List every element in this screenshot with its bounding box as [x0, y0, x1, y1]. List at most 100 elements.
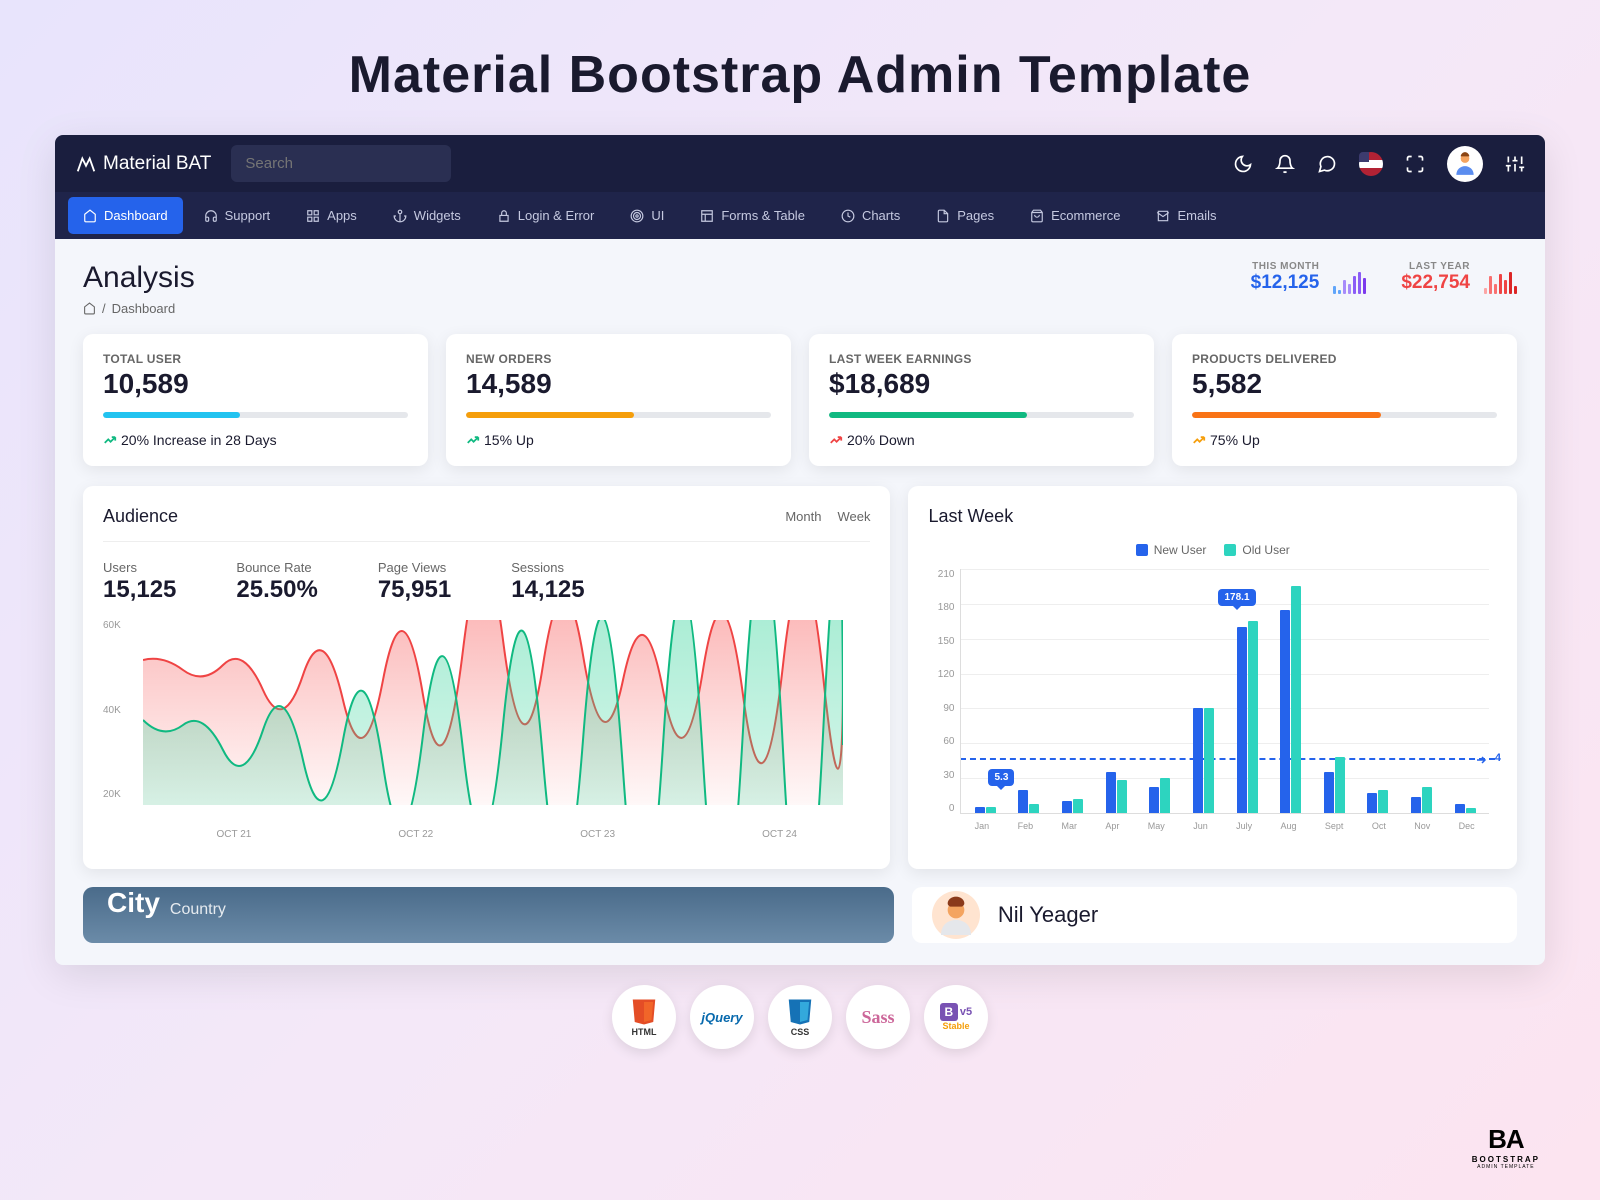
brand-logo[interactable]: Material BAT: [75, 153, 211, 175]
lastweek-legend: New User Old User: [928, 543, 1497, 557]
page-header: Analysis / Dashboard THIS MONTH $12,125: [83, 261, 1517, 316]
kpi-card-2: LAST WEEK EARNINGS$18,68920% Down: [809, 334, 1154, 466]
nav-tab-widgets[interactable]: Widgets: [378, 197, 476, 234]
nav-tab-apps[interactable]: Apps: [291, 197, 372, 234]
badge-jquery: jQuery: [690, 985, 754, 1049]
brand-text: Material BAT: [103, 153, 211, 175]
fullscreen-icon[interactable]: [1405, 154, 1425, 174]
nav-tab-ui[interactable]: UI: [615, 197, 679, 234]
toggle-week[interactable]: Week: [837, 509, 870, 524]
summary-month: THIS MONTH $12,125: [1251, 261, 1367, 294]
breadcrumb-current: Dashboard: [112, 301, 176, 316]
badge-css3: CSS: [768, 985, 832, 1049]
hero-title: Material Bootstrap Admin Template: [0, 0, 1600, 135]
anchor-icon: [393, 209, 407, 223]
kpi-card-0: TOTAL USER10,58920% Increase in 28 Days: [83, 334, 428, 466]
topbar: Material BAT: [55, 135, 1545, 192]
search-input[interactable]: [245, 155, 444, 172]
audience-title: Audience: [103, 506, 178, 527]
bar-group-Feb: [1018, 569, 1039, 813]
nav-tab-charts[interactable]: Charts: [826, 197, 915, 234]
footer-logo: BA BOOTSTRAP ADMIN TEMPLATE: [1472, 1124, 1540, 1170]
target-icon: [630, 209, 644, 223]
kpi-card-1: NEW ORDERS14,58915% Up: [446, 334, 791, 466]
clock-icon: [841, 209, 855, 223]
home-icon[interactable]: [83, 302, 96, 315]
kpi-card-3: PRODUCTS DELIVERED5,58275% Up: [1172, 334, 1517, 466]
nav-tab-ecommerce[interactable]: Ecommerce: [1015, 197, 1135, 234]
settings-icon[interactable]: [1505, 154, 1525, 174]
breadcrumb: / Dashboard: [83, 301, 195, 316]
trend-icon: [1192, 433, 1206, 447]
bar-group-May: [1149, 569, 1170, 813]
area-chart-svg: [143, 620, 843, 805]
trend-icon: [829, 433, 843, 447]
trend-icon: [466, 433, 480, 447]
bell-icon[interactable]: [1275, 154, 1295, 174]
headphones-icon: [204, 209, 218, 223]
home-icon: [83, 209, 97, 223]
topbar-actions: [1233, 146, 1525, 182]
profile-name: Nil Yeager: [998, 902, 1098, 928]
user-avatar[interactable]: [1447, 146, 1483, 182]
bar-group-Apr: [1106, 569, 1127, 813]
mail-icon: [1156, 209, 1170, 223]
content-area: Analysis / Dashboard THIS MONTH $12,125: [55, 239, 1545, 965]
kpi-row: TOTAL USER10,58920% Increase in 28 DaysN…: [83, 334, 1517, 466]
aud-stat: Page Views75,951: [378, 560, 451, 604]
nav-tab-login-error[interactable]: Login & Error: [482, 197, 610, 234]
nav-tab-forms-table[interactable]: Forms & Table: [685, 197, 820, 234]
profile-card[interactable]: Nil Yeager: [912, 887, 1517, 943]
cart-icon: [1030, 209, 1044, 223]
badge-html5: HTML: [612, 985, 676, 1049]
aud-stat: Bounce Rate25.50%: [236, 560, 317, 604]
search-box[interactable]: [231, 145, 451, 182]
flag-icon[interactable]: [1359, 152, 1383, 176]
grid-icon: [306, 209, 320, 223]
city-card[interactable]: City Country: [83, 887, 894, 943]
page-title: Analysis: [83, 261, 195, 295]
chat-icon[interactable]: [1317, 154, 1337, 174]
aud-stat: Sessions14,125: [511, 560, 584, 604]
mini-chart-month: [1333, 272, 1366, 294]
nav-tab-dashboard[interactable]: Dashboard: [68, 197, 183, 234]
bar-group-Sept: [1324, 569, 1345, 813]
lastweek-title: Last Week: [928, 506, 1497, 527]
tooltip-feb: 5.3: [988, 769, 1014, 786]
lock-icon: [497, 209, 511, 223]
profile-avatar-icon: [932, 891, 980, 939]
tech-badges: HTML jQuery CSS Sass Bv5Stable: [0, 985, 1600, 1049]
badge-sass: Sass: [846, 985, 910, 1049]
audience-toggle: Month Week: [785, 509, 870, 524]
lastweek-chart: 2101801501209060300 4 5.3 178.1 JanFebMa…: [928, 569, 1497, 849]
dashboard-window: Material BAT DashboardSupportAppsWidgets…: [55, 135, 1545, 965]
brand-icon: [75, 153, 97, 175]
bar-group-Oct: [1367, 569, 1388, 813]
toggle-month[interactable]: Month: [785, 509, 821, 524]
summary-year: LAST YEAR $22,754: [1401, 261, 1517, 294]
bar-group-Mar: [1062, 569, 1083, 813]
summary-cards: THIS MONTH $12,125 LAST YEAR $22,754: [1251, 261, 1517, 294]
layout-icon: [700, 209, 714, 223]
nav-tabs: DashboardSupportAppsWidgetsLogin & Error…: [55, 192, 1545, 239]
audience-card: Audience Month Week Users15,125 Bounce Ra…: [83, 486, 890, 869]
bar-group-Dec: [1455, 569, 1476, 813]
nav-tab-support[interactable]: Support: [189, 197, 286, 234]
person-icon: [1452, 151, 1478, 177]
bar-group-Jun: [1193, 569, 1214, 813]
badge-bootstrap: Bv5Stable: [924, 985, 988, 1049]
file-icon: [936, 209, 950, 223]
aud-stat: Users15,125: [103, 560, 176, 604]
nav-tab-emails[interactable]: Emails: [1141, 197, 1231, 234]
nav-tab-pages[interactable]: Pages: [921, 197, 1009, 234]
charts-row: Audience Month Week Users15,125 Bounce Ra…: [83, 486, 1517, 869]
bar-group-Nov: [1411, 569, 1432, 813]
trend-icon: [103, 433, 117, 447]
bar-group-Aug: [1280, 569, 1301, 813]
moon-icon[interactable]: [1233, 154, 1253, 174]
audience-stats: Users15,125 Bounce Rate25.50% Page Views75…: [103, 560, 870, 604]
mini-chart-year: [1484, 272, 1517, 294]
tooltip-aug: 178.1: [1218, 589, 1255, 606]
audience-chart: 60K40K20K OCT 21OCT 22OCT 23OCT 24: [103, 620, 870, 840]
bottom-row: City Country Nil Yeager: [83, 887, 1517, 943]
